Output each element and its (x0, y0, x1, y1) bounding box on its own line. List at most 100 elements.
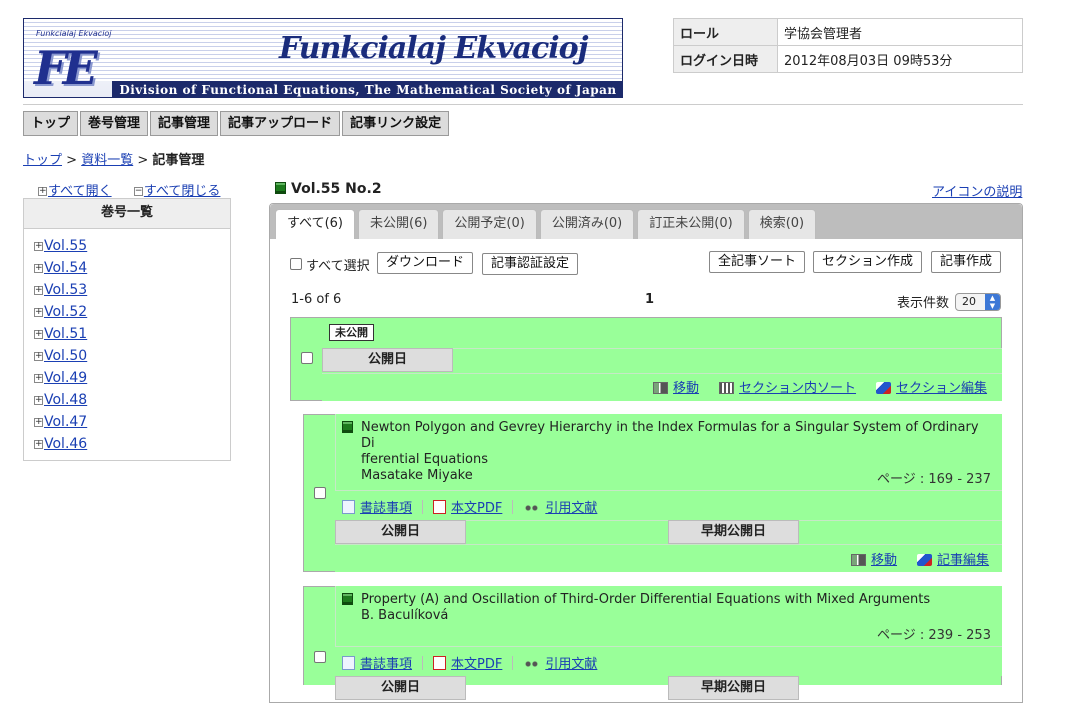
eraser-edit-icon (917, 554, 933, 566)
pdf-icon (433, 500, 447, 514)
breadcrumb-list-link[interactable]: 資料一覧 (81, 153, 133, 168)
select-all-checkbox[interactable] (290, 258, 302, 270)
volume-item[interactable]: +Vol.55 (34, 235, 230, 257)
expand-icon[interactable]: + (34, 241, 43, 251)
download-button[interactable]: ダウンロード (377, 252, 474, 274)
breadcrumb-sep: > (62, 153, 82, 168)
auth-setting-button[interactable]: 記事認証設定 (482, 253, 579, 275)
fe-logo: Funkcialaj Ekvacioj FE (30, 25, 114, 95)
article-checkbox[interactable] (314, 651, 326, 663)
select-all-label: すべて選択 (306, 259, 370, 274)
per-page-value: 20 (962, 295, 976, 308)
tab-unpublished[interactable]: 未公開(6) (358, 209, 440, 239)
chain-link-icon (523, 658, 541, 670)
volume-link[interactable]: Vol.52 (44, 304, 87, 320)
per-page-select[interactable]: 20 ▲ ▼ (955, 293, 1001, 311)
volume-link[interactable]: Vol.53 (44, 282, 87, 298)
breadcrumb: トップ > 資料一覧 > 記事管理 (23, 149, 204, 168)
expand-icon[interactable]: + (34, 329, 43, 339)
current-page[interactable]: 1 (645, 292, 654, 307)
volume-link[interactable]: Vol.51 (44, 326, 87, 342)
article-early-pub-label: 早期公開日 (668, 676, 799, 700)
document-icon (342, 500, 355, 514)
biblio-link[interactable]: 書誌事項 (360, 501, 412, 516)
icon-help-link[interactable]: アイコンの説明 (932, 181, 1022, 200)
volume-link[interactable]: Vol.47 (44, 414, 87, 430)
section-sort-link[interactable]: セクション内ソート (739, 381, 856, 396)
volume-item[interactable]: +Vol.50 (34, 345, 230, 367)
tab-correction-unpublished[interactable]: 訂正未公開(0) (637, 209, 745, 239)
create-section-button[interactable]: セクション作成 (813, 251, 923, 273)
article-edit-link[interactable]: 記事編集 (937, 553, 989, 568)
collapse-all-link[interactable]: すべて閉じる (144, 184, 221, 199)
status-badge: 未公開 (329, 324, 374, 341)
role-value: 学協会管理者 (777, 18, 1023, 46)
volume-item[interactable]: +Vol.52 (34, 301, 230, 323)
article-title-line1: Property (A) and Oscillation of Third-Or… (361, 592, 931, 607)
references-link[interactable]: 引用文献 (545, 501, 597, 516)
pdf-link[interactable]: 本文PDF (451, 501, 502, 516)
expand-icon[interactable]: + (34, 417, 43, 427)
expand-icon[interactable]: + (34, 307, 43, 317)
volume-list: +Vol.55 +Vol.54 +Vol.53 +Vol.52 +Vol.51 +Vol.… (24, 229, 230, 455)
menu-issue-management-button[interactable]: 巻号管理 (80, 111, 149, 136)
expand-collapse-links: +すべて開く −すべて閉じる (38, 180, 220, 199)
article-checkbox[interactable] (314, 487, 326, 499)
pdf-link[interactable]: 本文PDF (451, 657, 502, 672)
article-links: 書誌事項 本文PDF 引用文献 (342, 653, 597, 672)
section-edit-link[interactable]: セクション編集 (896, 381, 987, 396)
banner-subtitle: Division of Functional Equations, The Ma… (112, 81, 622, 97)
menu-article-upload-button[interactable]: 記事アップロード (220, 111, 341, 136)
volume-item[interactable]: +Vol.46 (34, 433, 230, 455)
volume-item[interactable]: +Vol.53 (34, 279, 230, 301)
menu-article-management-button[interactable]: 記事管理 (150, 111, 219, 136)
article-pub-date-label: 公開日 (335, 676, 466, 700)
expand-icon[interactable]: + (34, 439, 43, 449)
article-icon (342, 421, 353, 433)
references-link[interactable]: 引用文献 (545, 657, 597, 672)
volume-item[interactable]: +Vol.48 (34, 389, 230, 411)
article-links: 書誌事項 本文PDF 引用文献 (342, 497, 597, 516)
volume-link[interactable]: Vol.49 (44, 370, 87, 386)
section-move-link[interactable]: 移動 (673, 381, 699, 396)
volume-link[interactable]: Vol.46 (44, 436, 87, 452)
article-title[interactable]: Property (A) and Oscillation of Third-Or… (361, 592, 991, 624)
volume-title: Vol.55 No.2 (275, 181, 382, 197)
article-move-link[interactable]: 移動 (871, 553, 897, 568)
breadcrumb-top-link[interactable]: トップ (23, 153, 62, 168)
expand-icon[interactable]: + (34, 263, 43, 273)
biblio-link[interactable]: 書誌事項 (360, 657, 412, 672)
expand-icon[interactable]: + (34, 395, 43, 405)
expand-icon[interactable]: + (34, 285, 43, 295)
breadcrumb-current: 記事管理 (152, 153, 205, 168)
sort-all-button[interactable]: 全記事ソート (709, 251, 806, 273)
select-arrows-icon: ▲ ▼ (985, 294, 1000, 310)
top-menu: トップ 巻号管理 記事管理 記事アップロード 記事リンク設定 (23, 111, 450, 136)
tab-search[interactable]: 検索(0) (747, 209, 817, 239)
volume-item[interactable]: +Vol.47 (34, 411, 230, 433)
tab-published[interactable]: 公開済み(0) (539, 209, 635, 239)
volume-item[interactable]: +Vol.49 (34, 367, 230, 389)
expand-icon[interactable]: + (34, 351, 43, 361)
eraser-edit-icon (876, 382, 892, 394)
section-checkbox[interactable] (301, 352, 313, 364)
volume-link[interactable]: Vol.48 (44, 392, 87, 408)
create-article-button[interactable]: 記事作成 (931, 251, 1002, 273)
volume-link[interactable]: Vol.54 (44, 260, 87, 276)
article-pages: ページ : 239 - 253 (877, 628, 991, 643)
tab-scheduled[interactable]: 公開予定(0) (442, 209, 537, 239)
volume-link[interactable]: Vol.55 (44, 238, 87, 254)
volume-item[interactable]: +Vol.51 (34, 323, 230, 345)
expand-icon[interactable]: + (34, 373, 43, 383)
menu-top-button[interactable]: トップ (23, 111, 79, 136)
volume-item[interactable]: +Vol.54 (34, 257, 230, 279)
menu-article-link-button[interactable]: 記事リンク設定 (342, 111, 450, 136)
pdf-icon (433, 656, 447, 670)
expand-all-link[interactable]: すべて開く (48, 184, 112, 199)
volume-link[interactable]: Vol.50 (44, 348, 87, 364)
per-page-label: 表示件数 (897, 296, 950, 311)
breadcrumb-sep: > (133, 153, 153, 168)
login-label: ログイン日時 (673, 45, 778, 73)
tab-all[interactable]: すべて(6) (275, 209, 355, 239)
link-separator (422, 655, 424, 670)
